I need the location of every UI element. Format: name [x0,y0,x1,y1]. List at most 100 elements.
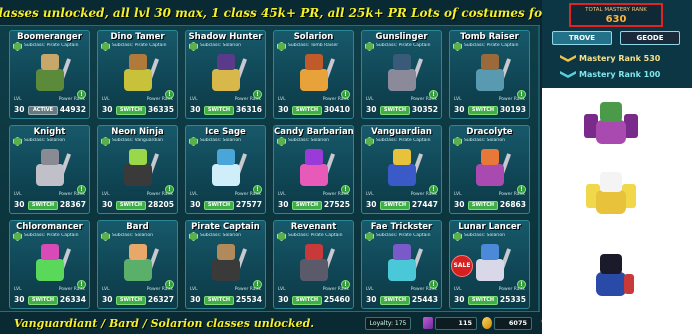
level-label: LVL [14,287,22,292]
level-label: LVL [102,192,110,197]
class-card-bard[interactable]: Bard Subclass: Solarion! LVL Power Rank 30 SW… [97,220,178,309]
class-name: Shadow Hunter [188,32,263,42]
portrait-body [300,259,328,281]
power-rank-value: 27525 [323,200,350,209]
portrait-body [124,164,152,186]
portrait-body [388,164,416,186]
subclass-label: Subclass: Pirate Captain [376,233,431,238]
switch-button[interactable]: SWITCH [28,296,58,305]
class-level: 30 [102,200,113,209]
class-card-knight[interactable]: Knight Subclass: Solarion! LVL Power Rank 30… [9,125,90,214]
class-card-tomb-raiser[interactable]: Tomb Raiser Subclass: Pirate Captain! LVL P… [449,30,530,119]
subclass-emblem-icon [453,232,462,241]
class-card-chloromancer[interactable]: Chloromancer Subclass: Pirate Captain! LVL… [9,220,90,309]
portrait-head [41,149,59,165]
subclass-label: Subclass: Pirate Captain [288,233,343,238]
loyalty-counter: Loyalty: 175 [365,317,411,330]
portrait-head [41,54,59,70]
switch-button[interactable]: SWITCH [204,201,234,210]
subclass-label: Subclass: Pirate Captain [376,43,431,48]
class-level: 30 [14,105,25,114]
subclass-label: Subclass: Solarion [288,138,330,143]
class-name: Dino Tamer [110,32,165,42]
switch-button[interactable]: SWITCH [468,201,498,210]
level-label: LVL [454,97,462,102]
portrait-head [393,54,411,70]
switch-button[interactable]: SWITCH [292,296,322,305]
class-portrait [288,52,340,96]
class-card-solarion[interactable]: Solarion Subclass: Tomb Raiser! LVL Power R… [273,30,354,119]
switch-button[interactable]: SWITCH [380,296,410,305]
class-name: Vanguardian [371,127,432,137]
class-card-boomeranger[interactable]: Boomeranger Subclass: Pirate Captain! LVL P… [9,30,90,119]
power-rank-value: 27577 [235,200,262,209]
level-label: LVL [366,97,374,102]
power-rank-value: 25443 [411,295,438,304]
switch-button[interactable]: SWITCH [116,296,146,305]
class-card-dino-tamer[interactable]: Dino Tamer Subclass: Pirate Captain! LVL Po… [97,30,178,119]
class-card-revenant[interactable]: Revenant Subclass: Pirate Captain! LVL Powe… [273,220,354,309]
power-rank-label: Power Rank [498,287,525,292]
portrait-head [217,244,235,260]
portrait-body [36,69,64,91]
class-name: Fae Trickster [370,222,433,232]
portrait-body [476,259,504,281]
flux-counter: 6075 [494,317,532,330]
subclass-label: Subclass: Solarion [24,138,66,143]
class-name: Ice Sage [205,127,246,137]
class-card-vanguardian[interactable]: Vanguardian Subclass: Pirate Captain! LVL P… [361,125,442,214]
switch-button[interactable]: SWITCH [380,201,410,210]
trove-mastery-rank-text: Mastery Rank 530 [579,54,661,63]
total-mastery-rank-box: TOTAL MASTERY RANK 630 [569,3,663,27]
flux-icon [482,317,492,329]
power-rank-label: Power Rank [498,192,525,197]
class-portrait [464,52,516,96]
class-level: 30 [14,295,25,304]
class-card-fae-trickster[interactable]: Fae Trickster Subclass: Pirate Captain! LV… [361,220,442,309]
total-mastery-label: TOTAL MASTERY RANK [585,7,647,13]
class-card-neon-ninja[interactable]: Neon Ninja Subclass: Vanguardian! LVL Power… [97,125,178,214]
switch-button[interactable]: SWITCH [468,106,498,115]
subclass-emblem-icon [189,137,198,146]
trove-tab-button[interactable]: TROVE [552,31,612,45]
trove-mastery-rank: Mastery Rank 530 [560,54,660,65]
switch-button[interactable]: SWITCH [116,201,146,210]
class-card-gunslinger[interactable]: Gunslinger Subclass: Pirate Captain! LVL Po… [361,30,442,119]
class-card-pirate-captain[interactable]: Pirate Captain Subclass: Solarion! LVL Powe… [185,220,266,309]
active-button[interactable]: ACTIVE [28,106,58,115]
switch-button[interactable]: SWITCH [292,201,322,210]
switch-button[interactable]: SWITCH [292,106,322,115]
class-portrait [288,242,340,286]
switch-button[interactable]: SWITCH [28,201,58,210]
class-card-lunar-lancer[interactable]: Lunar Lancer Subclass: Solarion SALE! LVL Po… [449,220,530,309]
portrait-body [476,69,504,91]
power-rank-value: 44932 [59,105,86,114]
switch-button[interactable]: SWITCH [204,296,234,305]
power-rank-value: 26334 [59,295,86,304]
switch-button[interactable]: SWITCH [468,296,498,305]
subclass-emblem-icon [13,42,22,51]
level-label: LVL [278,192,286,197]
power-rank-value: 26327 [147,295,174,304]
portrait-head [393,149,411,165]
power-rank-value: 36316 [235,105,262,114]
class-name: Bard [126,222,149,232]
level-label: LVL [190,287,198,292]
power-rank-label: Power Rank [410,287,437,292]
power-rank-value: 28205 [147,200,174,209]
switch-button[interactable]: SWITCH [380,106,410,115]
class-card-dracolyte[interactable]: Dracolyte Subclass: Solarion! LVL Power Ran… [449,125,530,214]
level-label: LVL [102,287,110,292]
class-card-candy-barbarian[interactable]: Candy Barbarian Subclass: Solarion! LVL Pow… [273,125,354,214]
geode-tab-button[interactable]: GEODE [620,31,680,45]
class-card-shadow-hunter[interactable]: Shadow Hunter Subclass: Solarion! LVL Power… [185,30,266,119]
class-level: 30 [102,295,113,304]
switch-button[interactable]: SWITCH [204,106,234,115]
total-mastery-value: 630 [605,14,627,25]
class-card-ice-sage[interactable]: Ice Sage Subclass: Solarion! LVL Power Rank… [185,125,266,214]
level-label: LVL [278,287,286,292]
class-name: Lunar Lancer [458,222,521,232]
class-name: Solarion [293,32,334,42]
level-label: LVL [366,287,374,292]
switch-button[interactable]: SWITCH [116,106,146,115]
